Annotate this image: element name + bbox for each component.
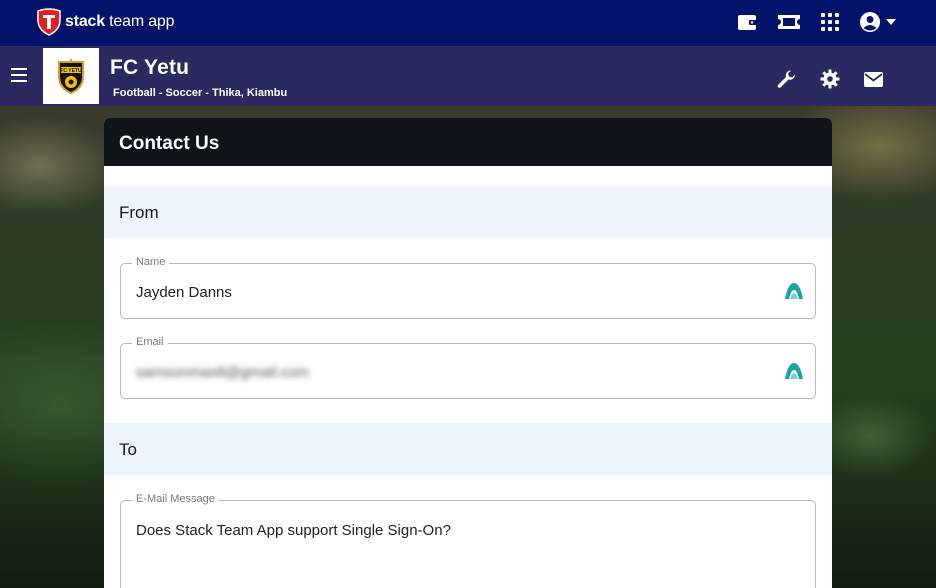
app-topbar: stack team app [0, 0, 936, 46]
account-menu[interactable] [859, 11, 896, 33]
caret-down-icon [886, 19, 896, 25]
ticket-icon[interactable] [777, 14, 801, 30]
team-logo[interactable]: FC YETU [43, 48, 99, 104]
account-icon [860, 12, 880, 32]
team-name: FC Yetu [110, 56, 190, 79]
password-manager-icon[interactable] [784, 282, 804, 300]
shield-logo-icon [37, 8, 61, 36]
team-subtitle: Football - Soccer - Thika, Kiambu [113, 87, 288, 99]
svg-text:FC YETU: FC YETU [60, 68, 82, 74]
card-title: Contact Us [104, 118, 832, 166]
to-section-header: To [104, 423, 832, 475]
gear-icon[interactable] [820, 69, 840, 89]
email-field[interactable]: Email samsonmax8@gmail.com [120, 336, 816, 399]
email-field-label: Email [132, 336, 168, 348]
email-input[interactable]: samsonmax8@gmail.com [136, 364, 309, 381]
team-crest-icon: FC YETU [58, 58, 84, 94]
name-field-label: Name [132, 256, 170, 268]
message-field-label: E-Mail Message [132, 493, 219, 505]
password-manager-icon[interactable] [784, 362, 804, 380]
name-field[interactable]: Name Jayden Danns [120, 256, 816, 319]
mail-icon[interactable] [864, 71, 883, 87]
wrench-icon[interactable] [777, 69, 796, 89]
message-field[interactable]: E-Mail Message Does Stack Team App suppo… [120, 493, 816, 588]
message-textarea[interactable]: Does Stack Team App support Single Sign-… [136, 522, 451, 539]
name-input[interactable]: Jayden Danns [136, 284, 232, 301]
apps-grid-icon[interactable] [821, 13, 839, 31]
brand-logo[interactable]: stack team app [36, 8, 174, 36]
contact-card: Contact Us From Name Jayden Danns Email … [104, 118, 832, 588]
wallet-icon[interactable] [737, 13, 757, 31]
from-section-header: From [104, 186, 832, 238]
brand-name: stack team app [65, 13, 175, 30]
menu-icon[interactable] [11, 68, 27, 86]
team-header: FC YETU FC Yetu Football - Soccer - Thik… [0, 46, 936, 106]
